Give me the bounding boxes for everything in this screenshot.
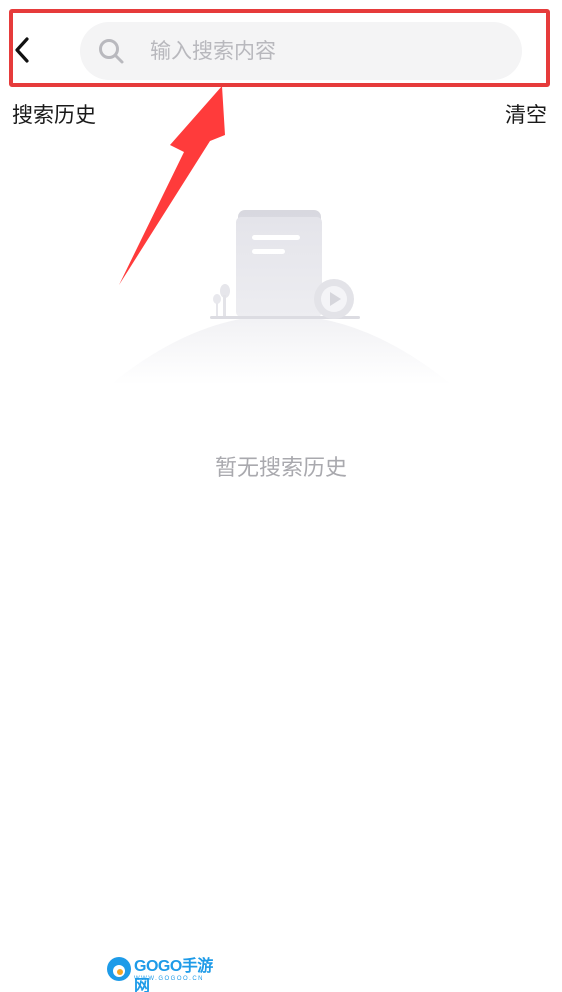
watermark-logo: GOGO手游网 WWW.GOGOO.CN: [107, 955, 222, 992]
empty-state-illustration: [110, 210, 452, 385]
search-bar[interactable]: [80, 22, 522, 80]
search-history-title: 搜索历史: [12, 103, 96, 127]
watermark-url: WWW.GOGOO.CN: [134, 976, 204, 982]
empty-state-message: 暂无搜索历史: [214, 456, 347, 481]
clear-history-button[interactable]: 清空: [505, 100, 547, 130]
search-page: 搜索历史 清空: [0, 0, 562, 992]
search-icon: [96, 36, 126, 66]
watermark-circle-icon: [107, 957, 131, 981]
chevron-left-icon: [15, 37, 29, 63]
search-input[interactable]: [150, 31, 450, 71]
back-button[interactable]: [8, 30, 36, 70]
